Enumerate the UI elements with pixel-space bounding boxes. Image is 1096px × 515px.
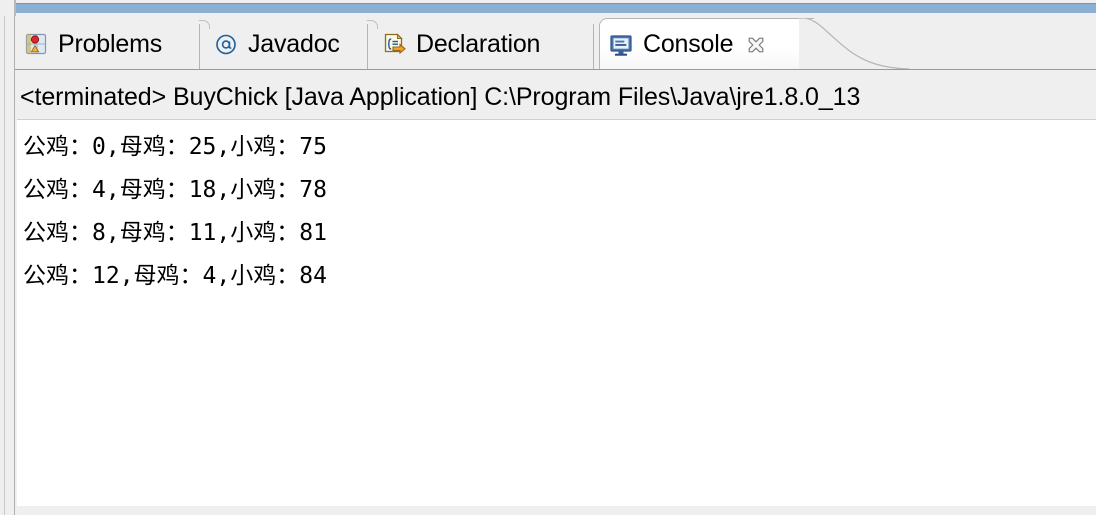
- tab-separator-3: [593, 24, 594, 70]
- javadoc-at-icon: [213, 31, 239, 57]
- console-output-line: 公鸡：12,母鸡：4,小鸡：84: [23, 263, 327, 289]
- eclipse-console-view: Problems Javadoc Declaration Console <te…: [0, 0, 1096, 515]
- active-view-strip: [0, 0, 1096, 16]
- view-tab-bar: Problems Javadoc Declaration Console: [15, 18, 1096, 70]
- tab-separator-1: [199, 24, 200, 70]
- tab-javadoc[interactable]: Javadoc: [205, 18, 348, 70]
- active-view-indicator-bar: [16, 3, 1096, 13]
- console-monitor-icon: [608, 32, 634, 58]
- view-bottom-strip: [17, 506, 1096, 515]
- console-output-line: 公鸡：8,母鸡：11,小鸡：81: [23, 220, 327, 246]
- console-launch-header-text: <terminated> BuyChick [Java Application]…: [20, 82, 861, 111]
- tab-declaration-label: Declaration: [416, 29, 541, 58]
- tab-javadoc-label: Javadoc: [248, 29, 340, 58]
- tab-bar-bottom-border: [15, 69, 1096, 70]
- tab-console[interactable]: Console: [599, 18, 814, 70]
- tab-console-slope-edge: [799, 18, 910, 70]
- tab-console-label: Console: [643, 30, 734, 58]
- declaration-icon: [381, 31, 407, 57]
- console-output-list: 公鸡：0,母鸡：25,小鸡：75 公鸡：4,母鸡：18,小鸡：78 公鸡：8,母…: [17, 120, 1096, 298]
- console-output-line: 公鸡：0,母鸡：25,小鸡：75: [23, 134, 327, 160]
- console-launch-header: <terminated> BuyChick [Java Application]…: [17, 76, 1096, 118]
- tab-problems-label: Problems: [58, 29, 162, 58]
- close-icon[interactable]: [746, 35, 766, 55]
- console-output-line: 公鸡：4,母鸡：18,小鸡：78: [23, 177, 327, 203]
- tab-separator-2: [367, 24, 368, 70]
- tab-declaration[interactable]: Declaration: [373, 18, 548, 70]
- view-left-border: [14, 16, 15, 515]
- problems-icon: [23, 31, 49, 57]
- window-left-border: [4, 0, 5, 515]
- tab-problems[interactable]: Problems: [15, 18, 170, 70]
- console-output-area[interactable]: 公鸡：0,母鸡：25,小鸡：75 公鸡：4,母鸡：18,小鸡：78 公鸡：8,母…: [17, 119, 1096, 506]
